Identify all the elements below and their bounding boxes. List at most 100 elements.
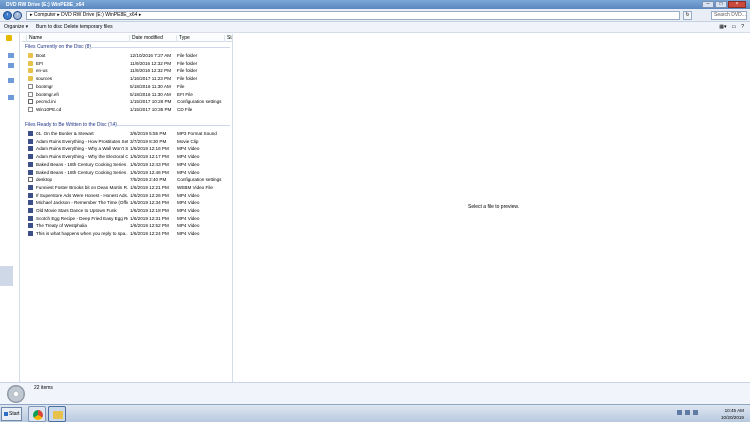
file-icon bbox=[28, 91, 33, 97]
file-type: MP3 Format Sound bbox=[177, 131, 217, 136]
file-date: 3/6/2019 5:55 PM bbox=[130, 131, 167, 136]
view-options-icon[interactable]: ▦▾ bbox=[719, 24, 726, 30]
file-name: pecmd.ini bbox=[36, 99, 56, 105]
file-date: 1/6/2019 12:16 PM bbox=[130, 146, 169, 152]
clock[interactable]: 10:45 AM 10/20/2019 bbox=[721, 407, 744, 421]
media-icon bbox=[28, 154, 33, 160]
file-date: 1/6/2019 12:43 PM bbox=[130, 161, 169, 167]
file-date: 11/9/2016 12:32 PM bbox=[130, 68, 172, 74]
file-date: 11/9/2016 12:32 PM bbox=[130, 60, 172, 66]
column-size[interactable]: Size bbox=[224, 35, 232, 42]
computer-icon[interactable] bbox=[8, 78, 14, 83]
folder-icon bbox=[28, 53, 33, 58]
file-name: If Superstore Ads Were Honest - Honest A… bbox=[36, 192, 128, 198]
list-item[interactable]: This is what happens when you reply to s… bbox=[22, 230, 232, 238]
clock-time: 10:45 AM bbox=[724, 408, 744, 413]
group-current-label: Files Currently on the Disc (8) bbox=[25, 44, 92, 50]
file-type: MP4 Video bbox=[177, 200, 200, 206]
navigation-pane bbox=[0, 33, 20, 383]
network-icon[interactable] bbox=[8, 95, 14, 100]
network-tray-icon[interactable] bbox=[685, 410, 690, 415]
command-bar: Organize ▾ Burn to disc Delete temporary… bbox=[0, 22, 750, 33]
file-icon bbox=[28, 106, 33, 112]
list-item[interactable]: Win10PE.cd 1/15/2017 10:35 PM CD File bbox=[22, 106, 232, 114]
file-type: MP4 Video bbox=[177, 223, 200, 229]
media-icon bbox=[28, 184, 33, 190]
file-name: bootmgr bbox=[36, 83, 53, 89]
media-icon bbox=[28, 146, 33, 152]
file-name: Adam Ruins Everything - Why the Electora… bbox=[36, 154, 128, 160]
file-date: 1/16/2017 11:23 PM bbox=[130, 76, 172, 82]
maximize-button[interactable]: □ bbox=[715, 1, 727, 8]
file-name: Michael Jackson - Remember The Time (Off… bbox=[36, 200, 128, 206]
file-type: MP4 Video bbox=[177, 161, 200, 167]
file-name: Old Movie Stars Dance to Uptown Funk bbox=[36, 208, 117, 213]
file-name: Funniest Foster Brooks bit on Dean Marti… bbox=[36, 184, 128, 190]
config-icon bbox=[28, 99, 33, 105]
file-type: MP4 Video bbox=[177, 231, 200, 237]
file-type: WEBM Video File bbox=[177, 184, 213, 190]
file-date: 1/6/2019 12:26 PM bbox=[130, 192, 169, 198]
notification-area bbox=[677, 410, 698, 415]
group-header-ready[interactable]: Files Ready to Be Written to the Disc (1… bbox=[22, 122, 232, 129]
file-type: MP4 Video bbox=[177, 215, 200, 221]
file-type: MP4 Video bbox=[177, 154, 200, 160]
media-icon bbox=[28, 131, 33, 136]
favorites-star-icon[interactable] bbox=[6, 35, 12, 41]
search-input[interactable]: Search DVD... bbox=[711, 11, 747, 20]
file-date: 1/6/2019 12:31 PM bbox=[130, 215, 169, 221]
column-headers: Name Date modified Type Size bbox=[22, 34, 232, 42]
folder-icon bbox=[53, 411, 63, 419]
homegroup-icon[interactable] bbox=[8, 63, 14, 68]
file-name: Adam Ruins Everything - Why a Wall Won't… bbox=[36, 146, 128, 152]
preview-pane: Select a file to preview. bbox=[234, 34, 750, 382]
file-date: 1/6/2019 12:24 PM bbox=[130, 231, 169, 237]
flag-icon[interactable] bbox=[677, 410, 682, 415]
column-date-modified[interactable]: Date modified bbox=[129, 35, 176, 42]
media-icon bbox=[28, 231, 33, 237]
media-icon bbox=[28, 208, 33, 213]
refresh-button[interactable]: ↻ bbox=[683, 11, 692, 20]
address-bar[interactable]: ▸ Computer ▸ DVD RW Drive (E:) WinPE8E_x… bbox=[26, 11, 680, 20]
column-name[interactable]: Name bbox=[26, 35, 129, 42]
file-name: Adam Ruins Everything - How Prostitutes … bbox=[36, 138, 128, 144]
group-header-current[interactable]: Files Currently on the Disc (8) bbox=[22, 44, 232, 51]
close-button[interactable]: × bbox=[728, 1, 746, 8]
delete-temporary-files-button[interactable]: Delete temporary files bbox=[64, 24, 113, 30]
help-icon[interactable]: ? bbox=[741, 24, 744, 30]
forward-button[interactable]: › bbox=[13, 11, 22, 20]
file-type: Movie Clip bbox=[177, 138, 199, 144]
media-icon bbox=[28, 215, 33, 221]
file-name: 01. On the Border & Stewart bbox=[36, 131, 94, 136]
back-button[interactable]: ‹ bbox=[3, 11, 12, 20]
address-bar-region: ‹ › ▸ Computer ▸ DVD RW Drive (E:) WinPE… bbox=[0, 9, 750, 22]
nav-scrollbar[interactable] bbox=[0, 266, 13, 286]
file-date: 5/18/2016 11:30 AM bbox=[130, 83, 171, 89]
file-name: Win10PE.cd bbox=[36, 106, 62, 112]
file-name: EFI bbox=[36, 60, 44, 66]
clock-date: 10/20/2019 bbox=[721, 415, 744, 420]
folder-icon bbox=[28, 76, 33, 82]
organize-button[interactable]: Organize ▾ bbox=[4, 24, 28, 30]
start-button[interactable]: Start bbox=[1, 407, 22, 421]
file-type: MP4 Video bbox=[177, 169, 200, 175]
window-title: DVD RW Drive (E:) WinPE8E_x64 bbox=[6, 2, 85, 8]
file-name: bootmgr.efi bbox=[36, 91, 59, 97]
volume-icon[interactable] bbox=[693, 410, 698, 415]
file-type: EFI File bbox=[177, 91, 193, 97]
explorer-taskbar-button[interactable] bbox=[48, 406, 66, 422]
file-name: Scotch Egg Recipe - Deep Fried Easy Egg … bbox=[36, 215, 128, 221]
burn-to-disc-button[interactable]: Burn to disc bbox=[36, 24, 62, 30]
column-type[interactable]: Type bbox=[176, 35, 224, 42]
minimize-button[interactable]: – bbox=[702, 1, 714, 8]
preview-pane-icon[interactable]: ▭ bbox=[731, 24, 736, 30]
chrome-taskbar-button[interactable] bbox=[28, 406, 46, 422]
file-type: MP4 Video bbox=[177, 208, 200, 213]
media-icon bbox=[28, 192, 33, 198]
title-bar[interactable]: DVD RW Drive (E:) WinPE8E_x64 – □ × bbox=[0, 0, 750, 9]
libraries-icon[interactable] bbox=[8, 53, 14, 58]
media-icon bbox=[28, 223, 33, 229]
file-name: Baked Beans - 18th Century Cooking Serie… bbox=[36, 169, 128, 175]
file-date: 12/10/2016 7:27 AM bbox=[130, 53, 172, 58]
file-list: Name Date modified Type Size Files Curre… bbox=[22, 34, 233, 382]
